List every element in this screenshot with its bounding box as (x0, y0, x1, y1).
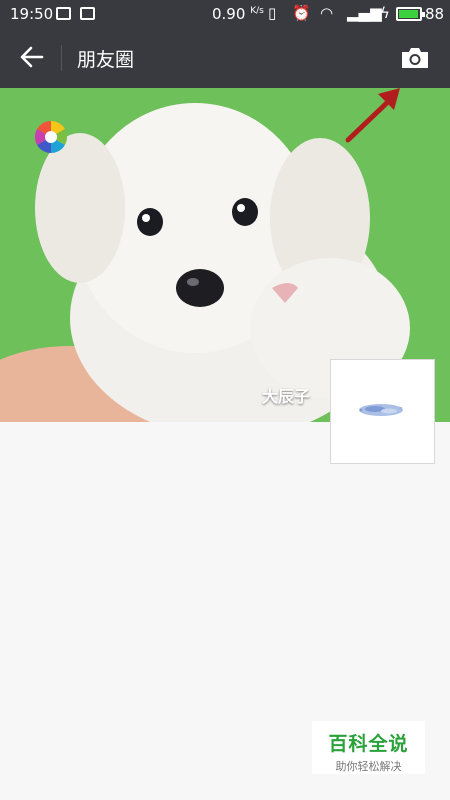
camera-icon (402, 48, 428, 68)
wifi-icon: ◠ (320, 4, 334, 22)
camera-button[interactable] (398, 42, 432, 74)
watermark-subtitle: 助你轻松解决 (335, 760, 402, 773)
battery-level: 88 (425, 5, 445, 23)
nav-divider (61, 45, 62, 71)
vibrate-icon: ▯ (268, 4, 277, 22)
back-arrow-icon (20, 46, 44, 68)
avatar-image (359, 404, 403, 416)
watermark-logo: 百科全说 助你轻松解决 (312, 721, 425, 774)
username: 大辰子 (262, 387, 311, 406)
notification-icon (80, 7, 95, 20)
battery-icon (396, 7, 425, 21)
picture-notification-icon (56, 7, 71, 20)
watermark-title: 百科全说 (328, 733, 409, 755)
back-button[interactable] (16, 40, 46, 74)
annotation-arrow (345, 88, 400, 143)
charging-icon: ϟ (380, 4, 390, 22)
color-wheel-icon (34, 120, 68, 154)
avatar[interactable] (330, 359, 435, 464)
alarm-icon: ⏰ (292, 4, 311, 22)
status-time: 19:50 (10, 5, 54, 23)
page-title: 朋友圈 (77, 49, 135, 71)
status-bar: 19:50 0.90 K/s ▯ ⏰ ◠ ▂▄▆ ϟ 88 (0, 0, 450, 28)
network-speed: 0.90 K/s (212, 5, 264, 23)
network-unit: K/s (250, 6, 264, 16)
signal-icon: ▂▄▆ (347, 4, 382, 22)
